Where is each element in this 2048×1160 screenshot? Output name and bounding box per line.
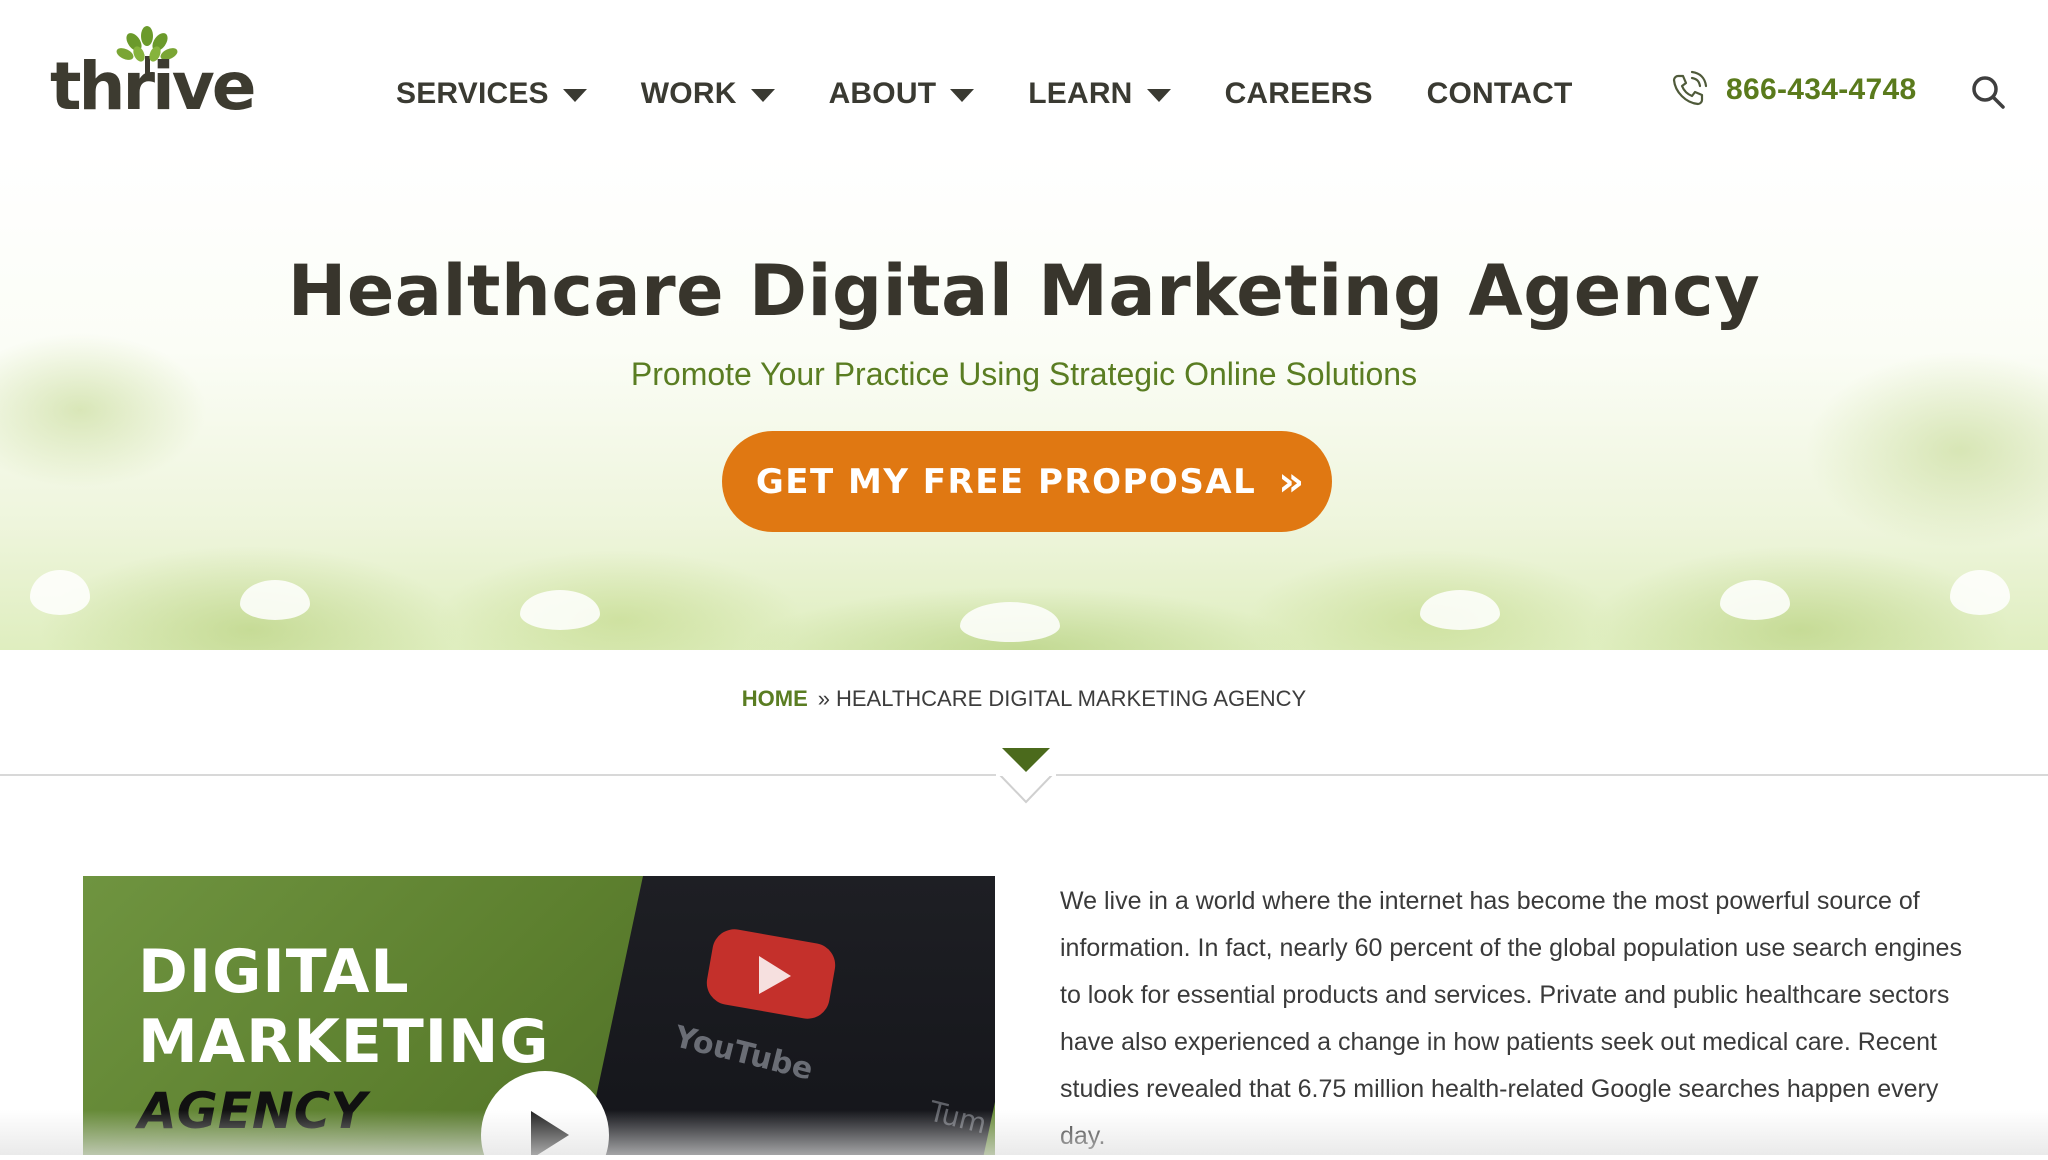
phone-number: 866-434-4748 [1726,73,1917,106]
hero-leaf-decoration [520,590,600,630]
main-nav: SERVICES WORK ABOUT LEARN CAREERS CONTAC… [396,74,1626,114]
nav-item-work[interactable]: WORK [641,77,775,111]
hero-leaf-decoration [1720,580,1790,620]
youtube-icon [706,929,836,1019]
nav-item-services[interactable]: SERVICES [396,77,587,111]
nav-label: CONTACT [1426,77,1573,110]
nav-label: CAREERS [1224,77,1373,110]
double-chevron-right-icon: » [1278,458,1304,505]
nav-item-contact[interactable]: CONTACT [1427,77,1573,111]
nav-item-about[interactable]: ABOUT [829,77,975,111]
breadcrumb-separator: » [817,686,830,711]
thrive-logo[interactable]: thrive [50,26,256,126]
caret-down-icon [1146,89,1171,102]
phone-icon [1672,70,1708,106]
page-title: Healthcare Digital Marketing Agency [287,250,1761,332]
nav-label: SERVICES [396,77,549,110]
hero-leaf-decoration [1950,570,2010,615]
hero-leaf-decoration [960,602,1060,642]
breadcrumb-home-link[interactable]: HOME [742,686,808,711]
hero-leaf-decoration [1420,590,1500,630]
free-proposal-button[interactable]: GET MY FREE PROPOSAL » [722,431,1332,532]
video-thumbnail[interactable]: YouTube Tum DIGITAL MARKETING AGENCY [83,876,995,1155]
cta-label: GET MY FREE PROPOSAL [755,461,1257,502]
logo-wordmark: thrive [50,48,256,125]
chevron-down-icon [996,748,1056,804]
hero-leaf-decoration [240,580,310,620]
caret-down-icon [562,89,587,102]
intro-paragraph: We live in a world where the internet ha… [1060,887,1962,1150]
video-title-line3: AGENCY [138,1082,367,1140]
nav-label: WORK [640,77,737,110]
video-title-line2: MARKETING [138,1007,550,1077]
page-subtitle: Promote Your Practice Using Strategic On… [630,356,1418,392]
caret-down-icon [950,89,975,102]
hero-banner: Healthcare Digital Marketing Agency Prom… [0,150,2048,650]
nav-label: LEARN [1028,77,1133,110]
caret-down-icon [750,89,775,102]
breadcrumb: HOME » HEALTHCARE DIGITAL MARKETING AGENCY [0,686,2048,712]
nav-item-careers[interactable]: CAREERS [1225,77,1373,111]
site-header: thrive SERVICES WORK ABOUT LEARN CAREERS… [0,0,2048,150]
hero-leaf-decoration [30,570,90,615]
phone-link[interactable]: 866-434-4748 [1668,70,1916,110]
breadcrumb-current: HEALTHCARE DIGITAL MARKETING AGENCY [836,686,1307,711]
nav-item-learn[interactable]: LEARN [1028,77,1171,111]
play-icon [531,1111,569,1155]
video-title-line1: DIGITAL [138,937,410,1007]
search-icon[interactable] [1970,74,2006,110]
nav-label: ABOUT [828,77,937,110]
